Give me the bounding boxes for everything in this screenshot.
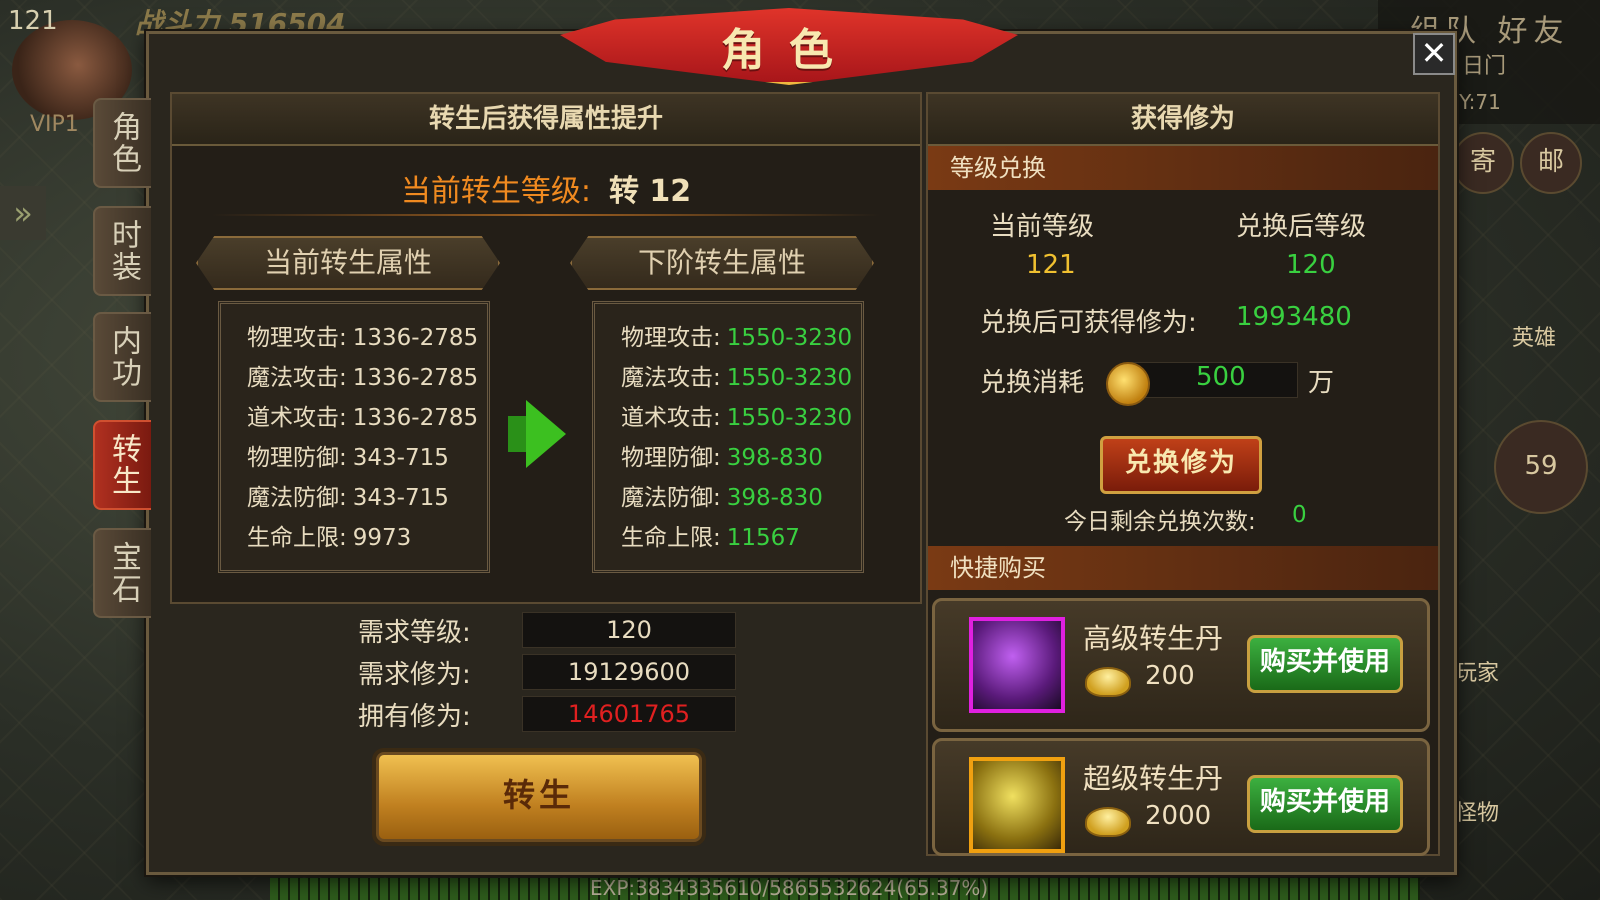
attr-row: 道术攻击: 1336-2785 xyxy=(247,405,479,431)
hero-label[interactable]: 英雄 xyxy=(1512,320,1556,352)
purple-orb-icon xyxy=(969,617,1065,713)
rebirth-attributes-panel: 转生后获得属性提升 当前转生等级: 转 12 当前转生属性 下阶转生属性 物理攻击… xyxy=(170,92,922,604)
after-level-label: 兑换后等级 xyxy=(1236,212,1367,242)
gold-orb-icon xyxy=(969,757,1065,853)
tab-fashion[interactable]: 时装 xyxy=(93,206,151,296)
exchange-cultivation-button[interactable]: 兑换修为 xyxy=(1100,436,1262,494)
shop-item-advanced-pill: 高级转生丹 200 购买并使用 xyxy=(932,598,1430,732)
gain-cultivation-label: 兑换后可获得修为: xyxy=(980,308,1197,338)
item-price: 200 xyxy=(1145,661,1195,691)
item-name: 高级转生丹 xyxy=(1083,622,1224,655)
mail-button[interactable]: 邮 xyxy=(1520,132,1582,194)
expand-arrow-icon[interactable]: » xyxy=(0,186,46,240)
gold-ingot-icon xyxy=(1085,807,1131,837)
exchange-cost-value: 500 xyxy=(1196,362,1246,392)
close-icon[interactable]: ✕ xyxy=(1413,33,1455,75)
shop-item-super-pill: 超级转生丹 2000 购买并使用 xyxy=(932,738,1430,856)
buy-and-use-button[interactable]: 购买并使用 xyxy=(1247,775,1403,833)
player-level: 121 xyxy=(8,6,58,36)
buy-and-use-button[interactable]: 购买并使用 xyxy=(1247,635,1403,693)
gold-ingot-icon xyxy=(1085,667,1131,697)
req-cultivation-label: 需求修为: xyxy=(358,660,471,690)
req-cultivation-value: 19129600 xyxy=(522,654,736,690)
current-rebirth-level-value: 转 12 xyxy=(608,174,692,209)
attr-row: 生命上限: 11567 xyxy=(621,525,800,551)
skill-cooldown[interactable]: 59 xyxy=(1494,420,1588,514)
tab-inner-power[interactable]: 内功 xyxy=(93,312,151,402)
current-level-value: 121 xyxy=(1026,250,1076,280)
next-attrs-list: 物理攻击: 1550-3230 魔法攻击: 1550-3230 道术攻击: 1550-… xyxy=(592,301,864,573)
player-label: 玩家 xyxy=(1455,661,1500,686)
gain-cultivation-value: 1993480 xyxy=(1236,302,1352,332)
tab-character[interactable]: 角色 xyxy=(93,98,151,188)
owned-cultivation-label: 拥有修为: xyxy=(358,702,471,732)
exp-text: EXP:3834335610/5865532624(65.37%) xyxy=(590,876,989,900)
item-name: 超级转生丹 xyxy=(1083,762,1224,795)
divider xyxy=(212,214,880,216)
cultivation-panel-header: 获得修为 xyxy=(928,94,1438,146)
current-attrs-title: 当前转生属性 xyxy=(196,236,500,290)
monster-label: 怪物 xyxy=(1455,801,1500,826)
rebirth-panel-header: 转生后获得属性提升 xyxy=(172,94,920,146)
attr-row: 物理攻击: 1336-2785 xyxy=(247,325,479,351)
req-level-label: 需求等级: xyxy=(358,618,471,648)
quick-buy-section: 快捷购买 xyxy=(928,546,1438,590)
attr-row: 物理防御: 343-715 xyxy=(247,445,449,471)
attr-row: 魔法防御: 398-830 xyxy=(621,485,823,511)
attr-row: 物理防御: 398-830 xyxy=(621,445,823,471)
attr-row: 魔法攻击: 1550-3230 xyxy=(621,365,853,391)
current-rebirth-level-label: 当前转生等级: xyxy=(400,174,591,209)
level-exchange-section: 等级兑换 xyxy=(928,146,1438,190)
next-attrs-title: 下阶转生属性 xyxy=(570,236,874,290)
owned-cultivation-value: 14601765 xyxy=(522,696,736,732)
tab-rebirth[interactable]: 转生 xyxy=(93,420,151,510)
remaining-exchanges-label: 今日剩余兑换次数: xyxy=(1064,509,1256,535)
gold-coin-icon xyxy=(1106,362,1150,406)
current-level-label: 当前等级 xyxy=(990,212,1095,242)
rebirth-button[interactable]: 转生 xyxy=(376,752,702,842)
req-level-value: 120 xyxy=(522,612,736,648)
item-price: 2000 xyxy=(1145,801,1212,831)
current-attrs-list: 物理攻击: 1336-2785 魔法攻击: 1336-2785 道术攻击: 1336-… xyxy=(218,301,490,573)
attr-row: 魔法攻击: 1336-2785 xyxy=(247,365,479,391)
attr-row: 道术攻击: 1550-3230 xyxy=(621,405,853,431)
attr-row: 物理攻击: 1550-3230 xyxy=(621,325,853,351)
after-level-value: 120 xyxy=(1286,250,1336,280)
send-button[interactable]: 寄 xyxy=(1452,132,1514,194)
upgrade-arrow-icon xyxy=(526,400,566,468)
tab-gems[interactable]: 宝石 xyxy=(93,528,151,618)
exchange-cost-label: 兑换消耗 xyxy=(980,368,1085,398)
vip-badge: VIP1 xyxy=(30,112,79,137)
exchange-cost-unit: 万 xyxy=(1308,368,1335,398)
attr-row: 生命上限: 9973 xyxy=(247,525,412,551)
current-rebirth-level: 当前转生等级: 转 12 xyxy=(172,166,920,210)
attr-row: 魔法防御: 343-715 xyxy=(247,485,449,511)
remaining-exchanges-value: 0 xyxy=(1292,502,1307,528)
